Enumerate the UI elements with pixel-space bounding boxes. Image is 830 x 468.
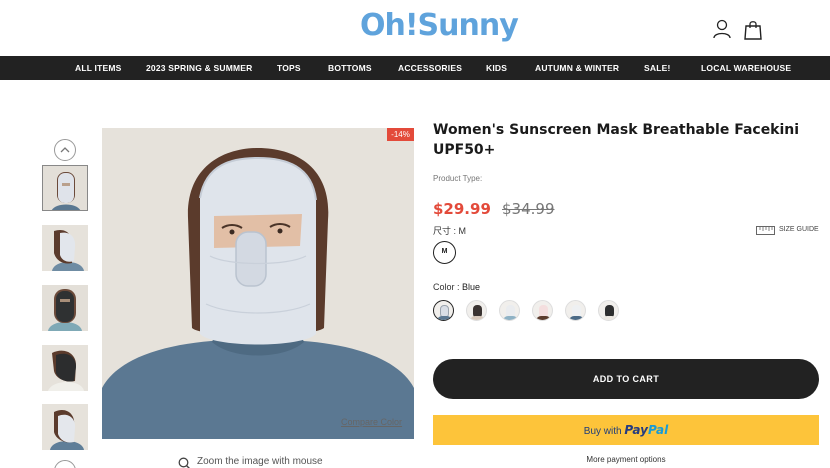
nav-item-bottoms[interactable]: BOTTOMS <box>328 56 372 80</box>
color-label: Color : Blue <box>433 282 480 292</box>
thumbnail-scroll-down-button[interactable] <box>54 460 76 468</box>
zoom-hint-text: Zoom the image with mouse <box>197 456 323 467</box>
size-option-m[interactable]: M <box>433 241 456 264</box>
search-icon <box>178 457 190 468</box>
size-guide-text: SIZE GUIDE <box>779 226 819 233</box>
main-nav: ALL ITEMS 2023 SPRING & SUMMER TOPS BOTT… <box>0 56 830 80</box>
color-swatch-blue[interactable] <box>433 300 454 321</box>
nav-item-local-warehouse[interactable]: LOCAL WAREHOUSE <box>701 56 791 80</box>
nav-item-kids[interactable]: KIDS <box>486 56 507 80</box>
thumbnail-black-mask-side[interactable] <box>42 345 88 391</box>
nav-item-sale[interactable]: SALE! <box>644 56 671 80</box>
nav-item-all-items[interactable]: ALL ITEMS <box>75 56 122 80</box>
color-swatch-pink[interactable] <box>532 300 553 321</box>
nav-item-spring-summer[interactable]: 2023 SPRING & SUMMER <box>146 56 253 80</box>
add-to-cart-button[interactable]: ADD TO CART <box>433 359 819 399</box>
color-swatch-light[interactable] <box>565 300 586 321</box>
user-icon[interactable] <box>711 18 733 40</box>
paypal-prefix: Buy with <box>583 426 622 437</box>
paypal-button[interactable]: Buy with PayPal <box>433 415 819 445</box>
site-logo[interactable]: Oh!Sunny <box>360 8 519 43</box>
color-swatch-white[interactable] <box>499 300 520 321</box>
thumbnail-white-mask-back[interactable] <box>42 404 88 450</box>
thumbnail-black-mask[interactable] <box>42 285 88 331</box>
color-label-prefix: Color : <box>433 282 463 292</box>
nav-item-autumn-winter[interactable]: AUTUMN & WINTER <box>535 56 619 80</box>
chevron-up-icon <box>60 147 70 153</box>
product-title: Women's Sunscreen Mask Breathable Faceki… <box>433 122 800 158</box>
size-guide-link[interactable]: SIZE GUIDE <box>756 226 819 235</box>
nav-item-accessories[interactable]: ACCESSORIES <box>398 56 462 80</box>
more-payment-options-link[interactable]: More payment options <box>433 455 819 464</box>
color-swatch-black[interactable] <box>466 300 487 321</box>
compare-at-price: $34.99 <box>502 200 555 218</box>
main-product-image[interactable] <box>102 128 414 439</box>
paypal-logo: PayPal <box>624 423 669 437</box>
compare-color-link[interactable]: Compare Color <box>341 417 402 427</box>
zoom-hint: Zoom the image with mouse <box>178 456 323 468</box>
shopping-bag-icon[interactable] <box>742 19 764 41</box>
thumbnail-scroll-up-button[interactable] <box>54 139 76 161</box>
discount-badge: -14% <box>387 128 414 141</box>
ruler-icon <box>756 226 775 235</box>
thumbnail-white-mask-side[interactable] <box>42 225 88 271</box>
sale-price: $29.99 <box>433 200 491 218</box>
nav-item-tops[interactable]: TOPS <box>277 56 301 80</box>
size-label: 尺寸 : M <box>433 226 466 236</box>
color-label-value: Blue <box>462 282 481 292</box>
color-swatch-dark[interactable] <box>598 300 619 321</box>
product-type-label: Product Type: <box>433 174 483 183</box>
thumbnail-white-mask[interactable] <box>42 165 88 211</box>
site-header: Oh!Sunny <box>0 0 830 56</box>
